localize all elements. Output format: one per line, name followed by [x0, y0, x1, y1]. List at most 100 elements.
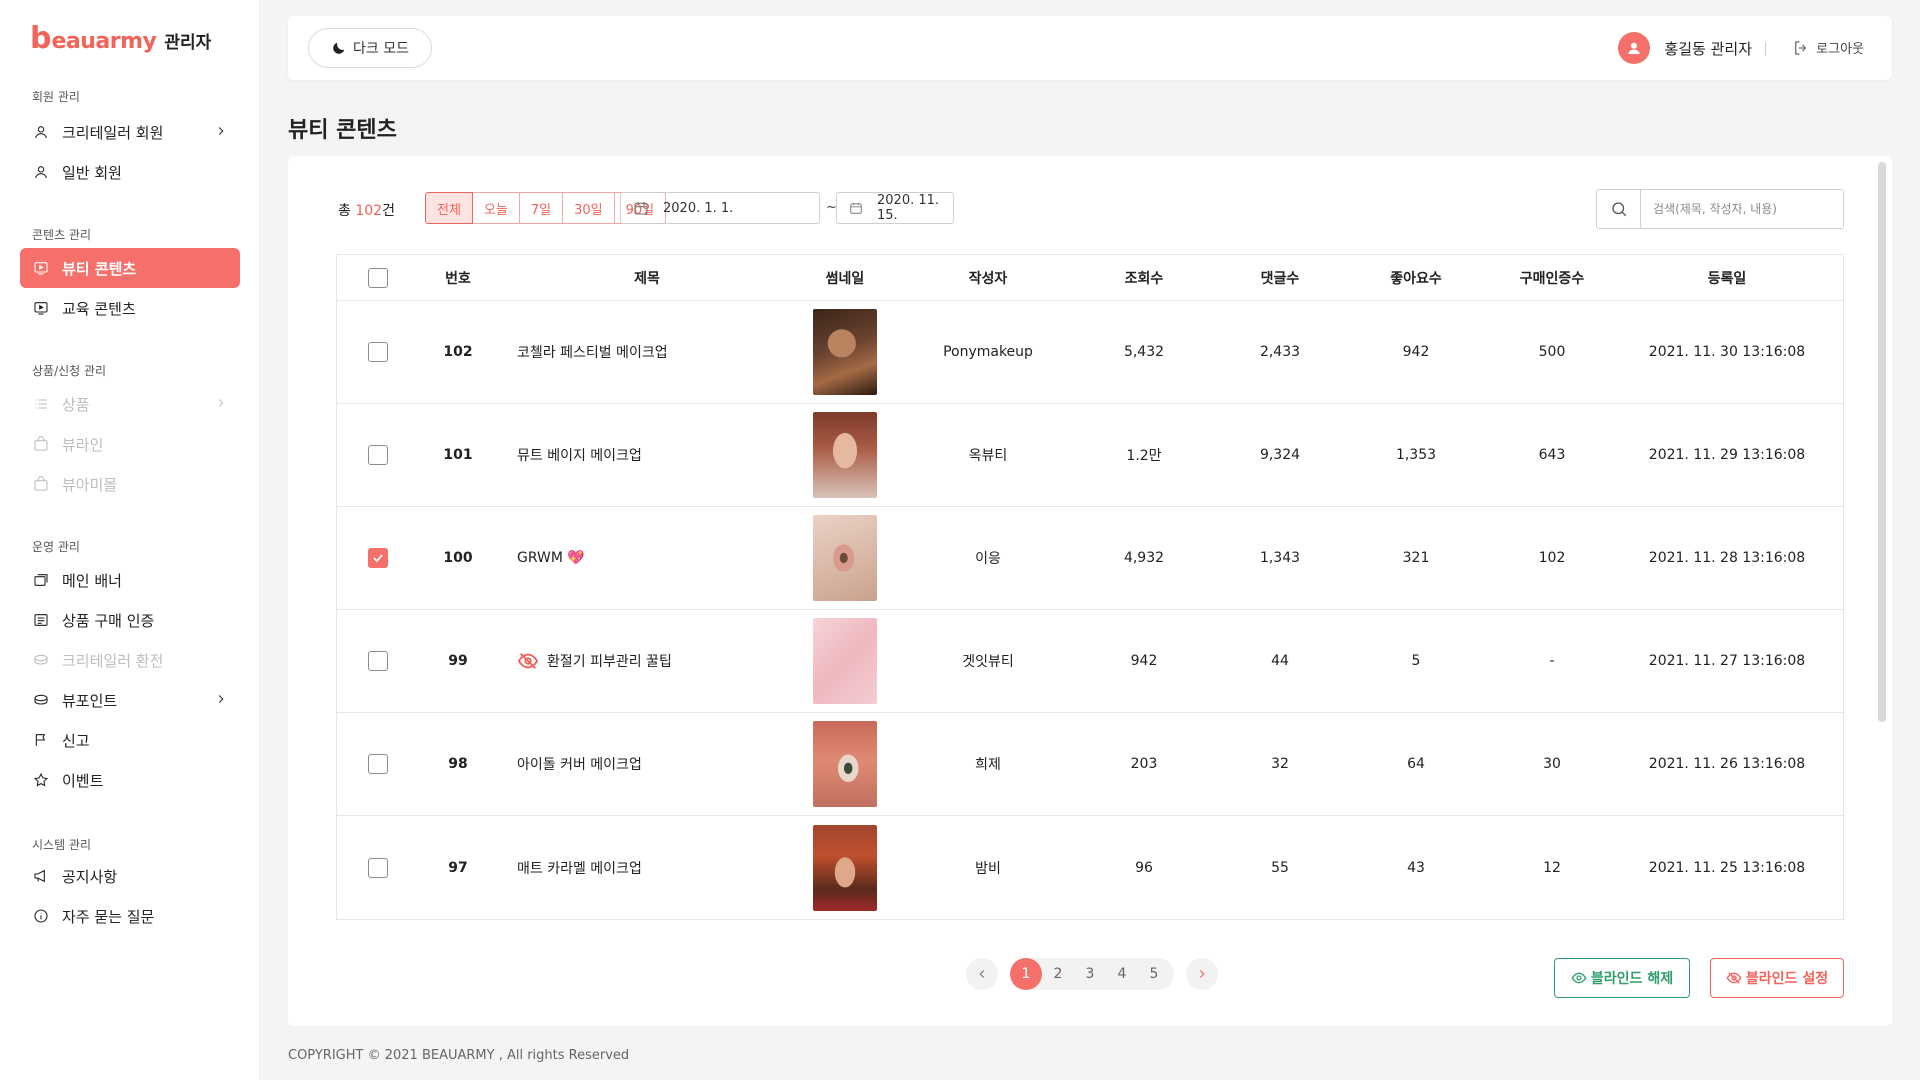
total-number: 102: [355, 203, 383, 219]
sidebar-item[interactable]: 뷰포인트: [20, 680, 240, 720]
row-checkbox[interactable]: [368, 651, 388, 671]
sidebar-section-title: 상품/신청 관리: [32, 364, 107, 378]
page-number[interactable]: 3: [1074, 958, 1106, 990]
thumbnail-image[interactable]: [813, 515, 877, 601]
dark-mode-button[interactable]: 다크 모드: [308, 28, 432, 68]
cell-thumb: [797, 309, 893, 395]
cell-title[interactable]: 매트 카라멜 메이크업: [497, 858, 797, 878]
thumbnail-image[interactable]: [813, 824, 877, 911]
thumbnail-image[interactable]: [813, 412, 877, 498]
cell-title[interactable]: 환절기 피부관리 꿀팁: [497, 650, 797, 672]
page-number[interactable]: 1: [1010, 958, 1042, 990]
blind-button[interactable]: 블라인드 설정: [1710, 958, 1844, 998]
cell-comments: 32: [1271, 756, 1289, 772]
range-tab[interactable]: 7일: [518, 192, 564, 224]
date-to-field[interactable]: 2020. 11. 15.: [836, 192, 954, 224]
row-checkbox[interactable]: [368, 548, 388, 568]
logo-admin-label: 관리자: [164, 33, 212, 53]
cell-title[interactable]: 뮤트 베이지 메이크업: [497, 445, 797, 465]
cell-title[interactable]: 코첼라 페스티벌 메이크업: [497, 342, 797, 362]
sidebar-item[interactable]: 신고: [20, 720, 240, 760]
blinded-eye-off-icon: [517, 650, 539, 672]
chevron-right-icon: [214, 396, 228, 410]
title-text: GRWM: [517, 550, 563, 566]
unblind-button[interactable]: 블라인드 해제: [1554, 958, 1690, 998]
title-text: 매트 카라멜 메이크업: [517, 860, 642, 877]
sidebar-item[interactable]: 크리테일러 회원: [20, 112, 240, 152]
row-checkbox[interactable]: [368, 445, 388, 465]
sidebar-item[interactable]: 크리테일러 환전: [20, 640, 240, 680]
user-name: 홍길동 관리자: [1664, 39, 1752, 58]
logo-text: eauarmy: [51, 29, 157, 54]
sidebar-item[interactable]: 메인 배너: [20, 560, 240, 600]
sidebar-item-label: 상품: [62, 395, 90, 414]
search-box: [1596, 189, 1844, 229]
range-tab[interactable]: 30일: [562, 192, 615, 224]
cell-views: 96: [1135, 859, 1153, 876]
row-checkbox[interactable]: [368, 754, 388, 774]
prev-page-button[interactable]: [966, 958, 998, 990]
cell-purchase: 12: [1543, 859, 1561, 876]
search-input[interactable]: [1641, 190, 1843, 228]
cell-no: 98: [448, 756, 468, 772]
table-row[interactable]: 100 GRWM 💖 이응 4,932 1,343 321 102 2021. 11. 28 1…: [337, 507, 1843, 610]
row-checkbox-cell: [337, 754, 419, 774]
sidebar-item-label: 일반 회원: [62, 163, 122, 182]
sidebar-item[interactable]: 일반 회원: [20, 152, 240, 192]
thumbnail-image[interactable]: [813, 618, 877, 704]
thumbnail-image[interactable]: [813, 721, 877, 807]
sidebar-section-title: 시스템 관리: [32, 838, 92, 852]
select-all-checkbox[interactable]: [368, 267, 388, 288]
cell-thumb: [797, 515, 893, 601]
sidebar-item[interactable]: 이벤트: [20, 760, 240, 800]
scrollbar-thumb[interactable]: [1878, 162, 1886, 722]
table-row[interactable]: 101 뮤트 베이지 메이크업 옥뷰티 1.2만 9,324 1,353 643 2021. …: [337, 404, 1843, 507]
sidebar-item[interactable]: 교육 콘텐츠: [20, 288, 240, 328]
title-text: 환절기 피부관리 꿀팁: [547, 654, 672, 670]
brand-logo[interactable]: b eauarmy 관리자: [30, 24, 212, 55]
cell-no: 97: [448, 859, 468, 876]
sidebar-item[interactable]: 뷰티 콘텐츠: [20, 248, 240, 288]
table-row[interactable]: 99 환절기 피부관리 꿀팁 겟잇뷰티 942 44 5 - 2021. 11. 27 13:…: [337, 610, 1843, 713]
cell-title[interactable]: 아이돌 커버 메이크업: [497, 754, 797, 774]
range-tab[interactable]: 전체: [425, 192, 473, 224]
date-from-field[interactable]: 2020. 1. 1.: [620, 192, 820, 224]
cell-no: 99: [448, 653, 468, 669]
next-page-button[interactable]: [1186, 958, 1218, 990]
star-icon: [32, 771, 50, 789]
sidebar-item-label: 뷰아미몰: [62, 475, 118, 494]
total-suffix: 건: [382, 203, 395, 219]
thumbnail-image[interactable]: [813, 309, 877, 395]
logout-button[interactable]: 로그아웃: [1792, 38, 1864, 57]
range-tab[interactable]: 오늘: [471, 192, 520, 224]
row-checkbox[interactable]: [368, 857, 388, 878]
search-button[interactable]: [1597, 190, 1641, 228]
sidebar-item[interactable]: 뷰아미몰: [20, 464, 240, 504]
sidebar-section-title: 회원 관리: [32, 90, 80, 104]
sidebar-item[interactable]: 상품: [20, 384, 240, 424]
cell-views: 942: [1130, 653, 1158, 669]
table-row[interactable]: 98 아이돌 커버 메이크업 희제 203 32 64 30 2021. 11. 26 13:…: [337, 713, 1843, 816]
page-number[interactable]: 5: [1138, 958, 1170, 990]
cell-title[interactable]: GRWM 💖: [497, 550, 797, 566]
row-checkbox-cell: [337, 445, 419, 465]
cell-views: 1.2만: [1126, 448, 1162, 464]
row-checkbox[interactable]: [368, 342, 388, 362]
sidebar-item[interactable]: 자주 묻는 질문: [20, 896, 240, 936]
page-number[interactable]: 2: [1042, 958, 1074, 990]
sidebar-section-title: 콘텐츠 관리: [32, 228, 92, 242]
topbar: 다크 모드 홍길동 관리자 로그아웃: [288, 16, 1892, 80]
sidebar-item[interactable]: 공지사항: [20, 856, 240, 896]
row-checkbox-cell: [337, 342, 419, 362]
sidebar-item[interactable]: 뷰라인: [20, 424, 240, 464]
cell-views: 203: [1130, 756, 1158, 772]
page-number[interactable]: 4: [1106, 958, 1138, 990]
table-row[interactable]: 102 코첼라 페스티벌 메이크업 Ponymakeup 5,432 2,433 942 5…: [337, 301, 1843, 404]
cell-likes: 64: [1407, 756, 1425, 772]
cell-thumb: [797, 412, 893, 498]
blind-label: 블라인드 설정: [1745, 971, 1829, 987]
table-row[interactable]: 97 매트 카라멜 메이크업 밤비 96 55 43 12 2021. 11. 25 13:1…: [337, 816, 1843, 919]
sidebar-item[interactable]: 상품 구매 인증: [20, 600, 240, 640]
header-purchase: 구매인증수: [1519, 270, 1585, 287]
user-menu[interactable]: 홍길동 관리자: [1618, 32, 1752, 64]
